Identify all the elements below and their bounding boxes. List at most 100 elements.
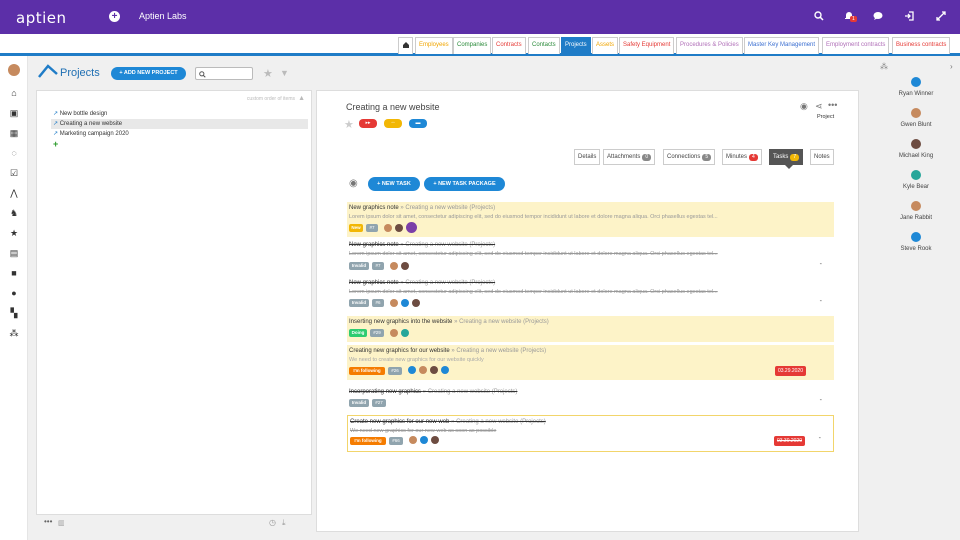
dash-indicator: - [819, 397, 822, 404]
order-label: custom order of items [246, 96, 295, 102]
tab-home[interactable] [398, 37, 413, 54]
person-card[interactable]: Michael King [883, 139, 949, 159]
tab-employment-contracts[interactable]: Employment contracts [822, 37, 890, 54]
tab-projects[interactable]: Projects [561, 37, 591, 54]
sort-up-icon[interactable]: ▲ [298, 95, 305, 102]
tab-assets[interactable]: Assets [592, 37, 619, 54]
tab-tasks[interactable]: Tasks 7 [769, 149, 804, 165]
company-name[interactable]: Aptien Labs [139, 11, 187, 21]
tab-attachments[interactable]: Attachments 0 [603, 149, 656, 165]
status-tag[interactable]: ◦◦ [384, 119, 402, 128]
user-avatar[interactable] [8, 64, 20, 76]
more-icon[interactable]: ••• [44, 517, 52, 526]
grid-icon[interactable]: ▚ [9, 308, 19, 318]
person-card[interactable]: Steve Rook [883, 232, 949, 252]
search-icon[interactable] [814, 11, 824, 24]
add-tree-item-icon[interactable]: + [53, 139, 58, 149]
tab-connections[interactable]: Connections 5 [663, 149, 716, 165]
status-badge: Invalid [349, 262, 369, 270]
task-item[interactable]: Inserting new graphics into the website … [347, 316, 834, 342]
task-item[interactable]: New graphics note » Creating a new websi… [347, 277, 834, 312]
logout-icon[interactable] [904, 11, 914, 24]
avatar [395, 224, 403, 232]
avatar [420, 436, 428, 444]
lightbulb-icon[interactable]: ◌ [9, 148, 19, 158]
checklist-icon[interactable]: ☑ [9, 168, 19, 178]
chart-icon[interactable]: ⋀ [9, 188, 19, 198]
page-title: Projects [60, 67, 100, 79]
person-card[interactable]: Kyle Bear [883, 170, 949, 190]
task-item[interactable]: Create new graphics for our new web » Cr… [347, 415, 834, 452]
tree-item-new-bottle-design[interactable]: ↗ New bottle design [53, 110, 107, 117]
people-icon[interactable]: ⁂ [880, 62, 888, 71]
new-task-package-button[interactable]: + NEW TASK PACKAGE [424, 177, 505, 191]
horse-icon[interactable]: ♞ [9, 208, 19, 218]
task-item[interactable]: Incorporating new graphics » Creating a … [347, 386, 834, 412]
more-options-icon[interactable]: ••• [828, 100, 837, 110]
star-icon[interactable]: ★ [9, 228, 19, 238]
logo-text: aptien [16, 9, 67, 27]
person-card[interactable]: Jane Rabbit [883, 201, 949, 221]
task-item[interactable]: New graphics note » Creating a new websi… [347, 202, 834, 237]
person-icon[interactable]: ● [9, 288, 19, 298]
tab-contacts[interactable]: Contacts [528, 37, 560, 54]
share-icon[interactable]: ⋖ [815, 101, 823, 112]
favorite-star-icon[interactable]: ★ [263, 67, 273, 80]
avatar [412, 299, 420, 307]
person-card[interactable]: Ryan Winner [883, 77, 949, 97]
tab-minutes[interactable]: Minutes 4 [722, 149, 762, 165]
task-number: #27 [372, 399, 386, 407]
archive-icon[interactable]: ▥ [58, 519, 65, 527]
calendar-icon[interactable]: ▦ [9, 128, 19, 138]
tab-safety-equipment[interactable]: Safety Equipment [619, 37, 675, 54]
tab-contracts[interactable]: Contracts [492, 37, 526, 54]
comment-tag[interactable]: ▬ [409, 119, 427, 128]
view-toggle-icon[interactable]: ◉ [349, 178, 358, 189]
tab-indicator [785, 165, 793, 169]
favorite-star-icon[interactable]: ★ [344, 118, 354, 131]
tree-item-marketing-campaign[interactable]: ↗ Marketing campaign 2020 [53, 130, 129, 137]
avatar [911, 108, 921, 118]
collapse-panel-icon[interactable]: › [950, 62, 953, 71]
book-icon[interactable]: ▤ [9, 248, 19, 258]
home-icon[interactable]: ⌂ [9, 88, 19, 98]
export-icon[interactable]: ⤓ [282, 518, 286, 528]
tab-companies[interactable]: Companies [453, 37, 492, 54]
tab-employees[interactable]: Employees [415, 37, 453, 54]
inbox-icon[interactable]: ▣ [9, 108, 19, 118]
tab-master-key-management[interactable]: Master Key Management [744, 37, 820, 54]
project-tree-panel: custom order of items ▲ ↗ New bottle des… [36, 90, 312, 532]
task-item[interactable]: Creating new graphics for our website » … [347, 345, 834, 380]
avatar [911, 201, 921, 211]
tab-business-contracts[interactable]: Business contracts [892, 37, 951, 54]
tree-item-creating-a-new-website[interactable]: ↗ Creating a new website [53, 120, 122, 127]
group-icon[interactable]: ⁂ [9, 328, 19, 338]
watch-icon[interactable]: ◉ [800, 101, 808, 112]
tab-procedures-policies[interactable]: Procedures & Policies [676, 37, 743, 54]
search-icon [199, 71, 206, 78]
fullscreen-icon[interactable] [936, 11, 946, 24]
status-badge: New [349, 224, 363, 232]
chat-icon[interactable] [873, 11, 883, 24]
avatar [430, 366, 438, 374]
avatar [401, 329, 409, 337]
person-card[interactable]: Gwen Blunt [883, 108, 949, 128]
add-new-project-button[interactable]: + ADD NEW PROJECT [111, 67, 186, 80]
app-logo[interactable]: aptien [16, 9, 67, 27]
new-task-button[interactable]: + NEW TASK [368, 177, 420, 191]
avatar [911, 139, 921, 149]
priority-tag[interactable]: ▸▸ [359, 119, 377, 128]
add-icon[interactable]: + [109, 11, 120, 22]
dash-indicator: - [819, 261, 822, 268]
history-icon[interactable]: ◷ [269, 518, 276, 527]
task-number: #6 [372, 299, 384, 307]
tab-details[interactable]: Details [574, 149, 601, 165]
task-item[interactable]: New graphics note » Creating a new websi… [347, 239, 834, 274]
tab-notes[interactable]: Notes [810, 149, 834, 165]
task-number: #26 [388, 367, 402, 375]
task-number: #66 [389, 437, 403, 445]
avatar [390, 262, 398, 270]
briefcase-icon[interactable]: ■ [9, 268, 19, 278]
search-input[interactable] [195, 67, 253, 80]
filter-icon[interactable]: ▼ [280, 68, 289, 78]
